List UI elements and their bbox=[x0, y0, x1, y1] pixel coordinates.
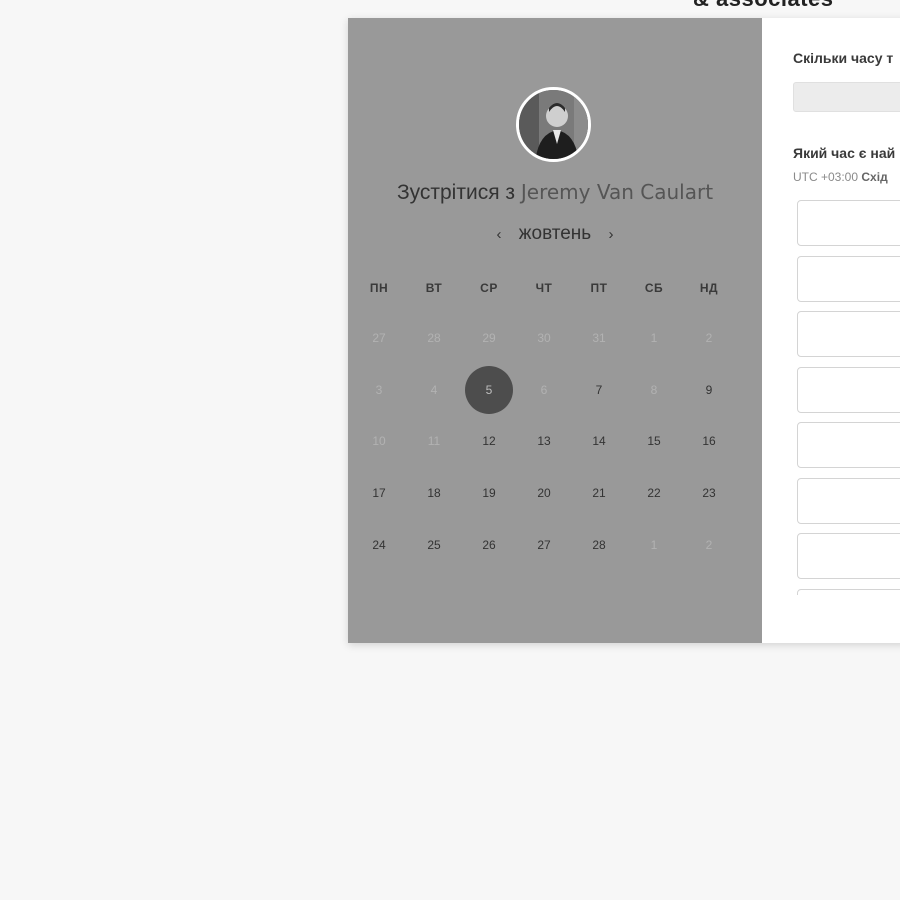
time-slot-list bbox=[797, 200, 900, 595]
calendar-day: 30 bbox=[537, 331, 551, 345]
time-slot-button[interactable] bbox=[797, 477, 900, 524]
time-slot-button[interactable] bbox=[797, 255, 900, 302]
calendar-day[interactable]: 27 bbox=[520, 521, 568, 569]
duration-question: Скільки часу т bbox=[793, 50, 894, 66]
calendar-day[interactable]: 22 bbox=[630, 469, 678, 517]
calendar-day: 10 bbox=[372, 434, 386, 448]
calendar-day-selected[interactable]: 5 bbox=[465, 366, 513, 414]
time-slot-button[interactable] bbox=[797, 533, 900, 579]
calendar-day: 2 bbox=[705, 538, 713, 552]
calendar-panel: Зустрітися з Jeremy Van Caulart ‹ жовтен… bbox=[348, 18, 762, 643]
time-selection-panel: Скільки часу т Який час є най UTC +03:00… bbox=[762, 18, 900, 643]
calendar-day[interactable]: 26 bbox=[465, 521, 513, 569]
time-slot-button[interactable] bbox=[797, 366, 900, 413]
calendar-grid: 27 28 29 30 31 1 2 3 4 5 6 7 8 9 10 11 12 13 14 15 16 17 18 19 2… bbox=[348, 18, 762, 643]
time-slot-button[interactable] bbox=[797, 200, 900, 246]
timezone-name: Схід bbox=[861, 170, 888, 184]
calendar-day[interactable]: 24 bbox=[355, 521, 403, 569]
calendar-day[interactable]: 15 bbox=[630, 417, 678, 465]
calendar-day: 8 bbox=[650, 383, 658, 397]
calendar-day[interactable]: 25 bbox=[410, 521, 458, 569]
calendar-day: 27 bbox=[372, 331, 386, 345]
calendar-day[interactable]: 20 bbox=[520, 469, 568, 517]
calendar-day[interactable]: 19 bbox=[465, 469, 513, 517]
calendar-day[interactable]: 12 bbox=[465, 417, 513, 465]
calendar-day[interactable]: 18 bbox=[410, 469, 458, 517]
calendar-day: 29 bbox=[482, 331, 496, 345]
calendar-day: 6 bbox=[540, 383, 548, 397]
time-slot-button[interactable] bbox=[797, 422, 900, 468]
calendar-day[interactable]: 21 bbox=[575, 469, 623, 517]
calendar-day: 3 bbox=[375, 383, 383, 397]
duration-select[interactable] bbox=[793, 82, 900, 112]
timezone-label: UTC +03:00 Схід bbox=[793, 170, 888, 184]
calendar-day: 1 bbox=[650, 538, 658, 552]
calendar-day: 28 bbox=[427, 331, 441, 345]
time-slot-button[interactable] bbox=[797, 311, 900, 357]
brand-logo-text: & associates bbox=[693, 0, 834, 12]
time-question: Який час є най bbox=[793, 145, 896, 161]
calendar-day[interactable]: 14 bbox=[575, 417, 623, 465]
calendar-day[interactable]: 7 bbox=[575, 366, 623, 414]
calendar-day[interactable]: 13 bbox=[520, 417, 568, 465]
calendar-day[interactable]: 28 bbox=[575, 521, 623, 569]
calendar-day[interactable]: 9 bbox=[685, 366, 733, 414]
calendar-day: 31 bbox=[592, 331, 606, 345]
booking-card: Зустрітися з Jeremy Van Caulart ‹ жовтен… bbox=[348, 18, 900, 643]
calendar-day[interactable]: 17 bbox=[355, 469, 403, 517]
calendar-day: 11 bbox=[427, 434, 441, 448]
calendar-day[interactable]: 23 bbox=[685, 469, 733, 517]
calendar-day: 4 bbox=[430, 383, 438, 397]
calendar-day: 1 bbox=[650, 331, 658, 345]
calendar-day[interactable]: 16 bbox=[685, 417, 733, 465]
calendar-day: 2 bbox=[705, 331, 713, 345]
timezone-offset: UTC +03:00 bbox=[793, 170, 859, 184]
time-slot-button[interactable] bbox=[797, 588, 900, 595]
